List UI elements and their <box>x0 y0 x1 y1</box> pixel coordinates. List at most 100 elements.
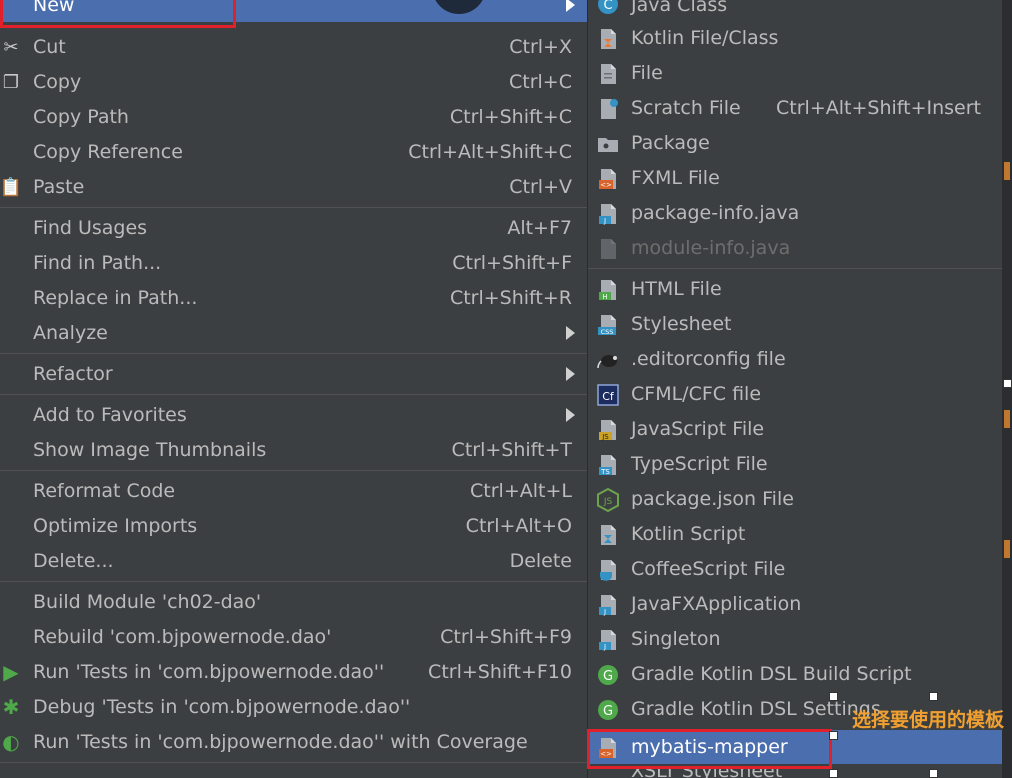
menu-item-shortcut: Ctrl+Alt+L <box>470 480 572 502</box>
submenu-item-java-class[interactable]: C Java Class <box>588 0 1003 22</box>
menu-item-replace-in-path[interactable]: Replace in Path... Ctrl+Shift+R <box>0 281 587 315</box>
html-file-icon: H <box>599 280 616 301</box>
submenu-item-editorconfig[interactable]: .editorconfig file <box>588 342 1003 376</box>
submenu-item-singleton[interactable]: J Singleton <box>588 622 1003 656</box>
submenu-item-shortcut: Ctrl+Alt+Shift+Insert <box>776 97 981 119</box>
menu-item-shortcut: Ctrl+Alt+O <box>465 515 572 537</box>
menu-item-copy-path[interactable]: Copy Path Ctrl+Shift+C <box>0 100 587 134</box>
menu-item-paste[interactable]: 📋 Paste Ctrl+V <box>0 170 587 204</box>
submenu-item-package-info[interactable]: J package-info.java <box>588 196 1003 230</box>
submenu-item-gradle-build[interactable]: G Gradle Kotlin DSL Build Script <box>588 657 1003 691</box>
menu-item-run-with-coverage[interactable]: ◐ Run 'Tests in 'com.bjpowernode.dao'' w… <box>0 725 587 759</box>
submenu-item-label: Stylesheet <box>631 313 732 335</box>
menu-item-optimize-imports[interactable]: Optimize Imports Ctrl+Alt+O <box>0 509 587 543</box>
menu-item-show-image-thumbnails[interactable]: Show Image Thumbnails Ctrl+Shift+T <box>0 433 587 467</box>
menu-item-partial <box>0 766 587 778</box>
debug-bug-icon: ✱ <box>2 695 20 719</box>
submenu-item-module-info[interactable]: module-info.java <box>588 231 1003 265</box>
menu-item-shortcut: Ctrl+Shift+T <box>451 439 572 461</box>
menu-separator <box>0 762 587 763</box>
menu-item-find-usages[interactable]: Find Usages Alt+F7 <box>0 211 587 245</box>
menu-item-debug-tests[interactable]: ✱ Debug 'Tests in 'com.bjpowernode.dao'' <box>0 690 587 724</box>
svg-text:JS: JS <box>601 433 609 441</box>
annotation-text: 选择要使用的模板 <box>852 709 1005 731</box>
selection-handle[interactable] <box>929 769 938 778</box>
submenu-arrow-icon <box>566 408 575 422</box>
submenu-item-label: File <box>631 62 663 84</box>
fxml-file-icon: <> <box>599 169 616 189</box>
svg-text:J: J <box>603 608 606 616</box>
menu-item-label: Replace in Path... <box>33 287 198 309</box>
menu-item-copy-reference[interactable]: Copy Reference Ctrl+Alt+Shift+C <box>0 135 587 169</box>
menu-item-shortcut: Ctrl+Shift+F9 <box>440 626 572 648</box>
menu-item-shortcut: Ctrl+Alt+Shift+C <box>408 141 572 163</box>
submenu-item-stylesheet[interactable]: CSS Stylesheet <box>588 307 1003 341</box>
submenu-item-package[interactable]: Package <box>588 126 1003 160</box>
submenu-item-typescript[interactable]: TS TypeScript File <box>588 447 1003 481</box>
svg-text:G: G <box>603 669 613 684</box>
coffeescript-icon <box>600 560 616 581</box>
menu-item-reformat-code[interactable]: Reformat Code Ctrl+Alt+L <box>0 474 587 508</box>
submenu-item-javafx[interactable]: J JavaFXApplication <box>588 587 1003 621</box>
javascript-file-icon: JS <box>599 420 616 441</box>
svg-text:Cf: Cf <box>602 390 615 403</box>
selection-handle[interactable] <box>829 769 838 778</box>
menu-item-shortcut: Alt+F7 <box>507 217 572 239</box>
selection-handle[interactable] <box>1003 379 1012 388</box>
menu-item-copy[interactable]: ❐ Copy Ctrl+C <box>0 65 587 99</box>
submenu-item-html-file[interactable]: H HTML File <box>588 272 1003 306</box>
clipboard-icon: 📋 <box>0 176 23 198</box>
submenu-item-label: package.json File <box>631 488 794 510</box>
menu-item-shortcut: Ctrl+Shift+R <box>449 287 572 309</box>
coverage-icon: ◐ <box>2 730 20 754</box>
menu-item-label: Delete... <box>33 550 114 572</box>
submenu-item-file[interactable]: File <box>588 56 1003 90</box>
submenu-item-package-json[interactable]: JS package.json File <box>588 482 1003 516</box>
svg-text:TS: TS <box>600 468 610 476</box>
menu-separator <box>0 581 587 582</box>
editor-marker <box>1004 540 1010 558</box>
menu-item-delete[interactable]: Delete... Delete <box>0 544 587 578</box>
java-class-icon: C <box>598 0 618 14</box>
submenu-item-javascript[interactable]: JS JavaScript File <box>588 412 1003 446</box>
selection-handle[interactable] <box>829 692 838 701</box>
menu-item-label: Copy Path <box>33 106 129 128</box>
menu-item-label: Optimize Imports <box>33 515 198 537</box>
menu-item-rebuild[interactable]: Rebuild 'com.bjpowernode.dao' Ctrl+Shift… <box>0 620 587 654</box>
menu-item-label: Analyze <box>33 322 108 344</box>
gradle-icon: G <box>598 700 618 720</box>
menu-item-shortcut: Ctrl+Shift+F10 <box>428 661 572 683</box>
submenu-item-label: .editorconfig file <box>631 348 786 370</box>
menu-item-find-in-path[interactable]: Find in Path... Ctrl+Shift+F <box>0 246 587 280</box>
submenu-item-scratch-file[interactable]: Scratch File Ctrl+Alt+Shift+Insert <box>588 91 1003 125</box>
selection-handle[interactable] <box>929 692 938 701</box>
submenu-item-label: Java Class <box>631 0 728 16</box>
context-menu: New ✂ Cut Ctrl+X ❐ Copy Ctrl+C Copy Path… <box>0 0 587 778</box>
submenu-item-kotlin-script[interactable]: Kotlin Script <box>588 517 1003 551</box>
java-file-icon: J <box>599 630 616 651</box>
file-icon <box>601 64 616 84</box>
submenu-item-label: Gradle Kotlin DSL Settings <box>631 698 881 720</box>
menu-item-label: Add to Favorites <box>33 404 187 426</box>
menu-separator <box>0 470 587 471</box>
submenu-item-kotlin-file[interactable]: Kotlin File/Class <box>588 21 1003 55</box>
package-folder-icon <box>598 138 618 152</box>
menu-item-cut[interactable]: ✂ Cut Ctrl+X <box>0 30 587 64</box>
menu-item-refactor[interactable]: Refactor <box>0 357 587 391</box>
menu-item-run-tests[interactable]: ▶ Run 'Tests in 'com.bjpowernode.dao'' C… <box>0 655 587 689</box>
submenu-item-label: package-info.java <box>631 202 800 224</box>
menu-item-build-module[interactable]: Build Module 'ch02-dao' <box>0 585 587 619</box>
menu-item-shortcut: Delete <box>509 550 572 572</box>
scratch-file-icon <box>601 99 618 119</box>
menu-item-analyze[interactable]: Analyze <box>0 316 587 350</box>
menu-item-label: Debug 'Tests in 'com.bjpowernode.dao'' <box>33 696 411 718</box>
menu-item-label: Copy Reference <box>33 141 183 163</box>
menu-item-shortcut: Ctrl+V <box>509 176 572 198</box>
svg-text:JS: JS <box>603 497 613 507</box>
submenu-item-coffeescript[interactable]: CoffeeScript File <box>588 552 1003 586</box>
submenu-item-cfml[interactable]: Cf CFML/CFC file <box>588 377 1003 411</box>
menu-item-label: Find in Path... <box>33 252 162 274</box>
submenu-item-fxml-file[interactable]: <> FXML File <box>588 161 1003 195</box>
menu-item-add-to-favorites[interactable]: Add to Favorites <box>0 398 587 432</box>
selection-handle[interactable] <box>829 731 838 740</box>
